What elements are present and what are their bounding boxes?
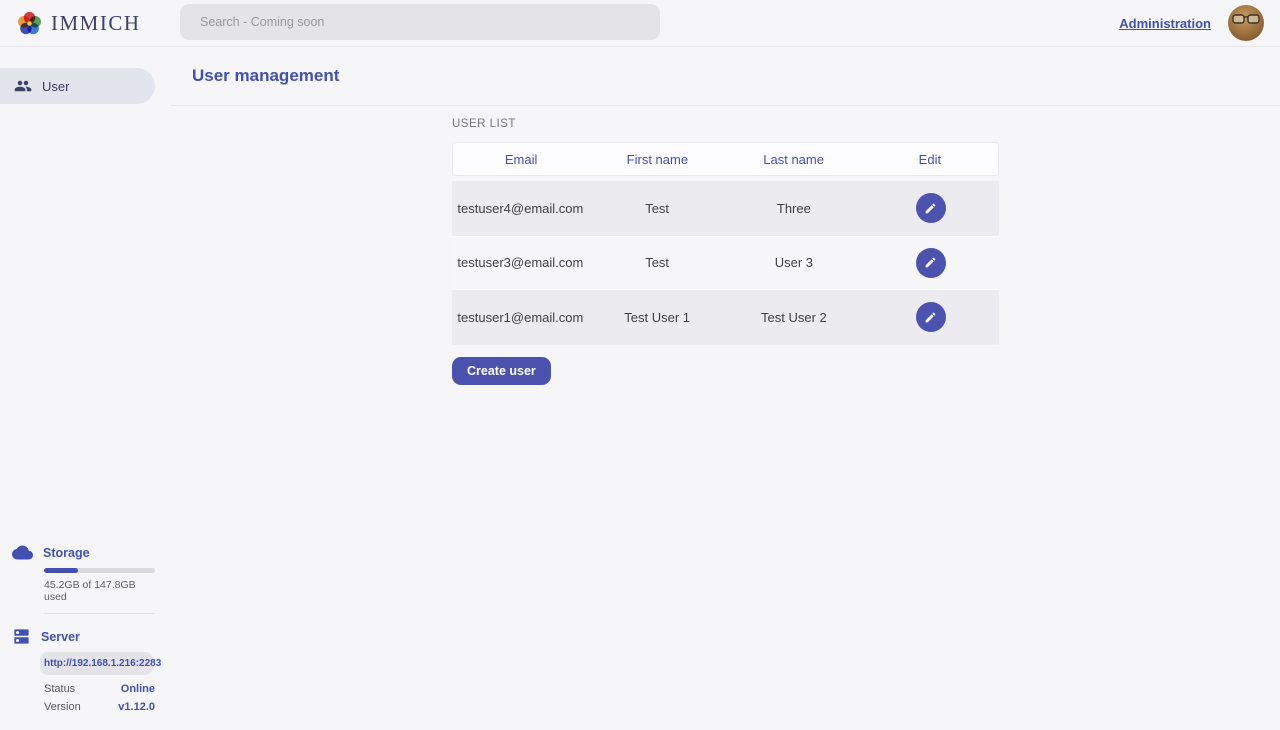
status-label: Status [44,683,75,695]
server-version-row: Version v1.12.0 [44,701,155,713]
search-bar [180,4,660,40]
server-rack-icon [12,627,31,646]
search-input[interactable] [180,4,660,40]
pencil-icon [924,202,937,215]
edit-user-button[interactable] [916,193,946,223]
user-avatar[interactable] [1228,5,1264,41]
cloud-icon [12,542,33,563]
cell-email: testuser4@email.com [452,201,589,216]
main-content: User management USER LIST Email First na… [171,47,1280,730]
server-title: Server [41,630,80,644]
brand-name: IMMICH [51,11,141,36]
server-url-badge: http://192.168.1.216:2283 [40,652,153,675]
user-list-panel: USER LIST Email First name Last name Edi… [452,118,999,385]
immich-brand[interactable]: IMMICH [16,10,141,37]
server-section: Server http://192.168.1.216:2283 Status … [12,627,155,713]
page-shell: User Storage 45.2GB of 147.8GB used [0,47,1280,730]
server-status-row: Status Online [44,683,155,695]
admin-sidebar: User Storage 45.2GB of 147.8GB used [0,47,171,730]
column-header-last-name: Last name [726,152,862,167]
storage-title: Storage [43,546,90,560]
cell-first-name: Test [589,255,726,270]
server-section-header: Server [12,627,155,646]
storage-progress-fill [44,568,78,573]
group-icon [14,77,32,95]
user-table-header: Email First name Last name Edit [452,142,999,176]
create-user-button[interactable]: Create user [452,357,551,385]
sidebar-bottom-panel: Storage 45.2GB of 147.8GB used Server ht… [0,542,171,730]
pencil-icon [924,311,937,324]
page-title: User management [192,66,339,86]
table-row: testuser4@email.com Test Three [452,181,999,236]
sidebar-item-user[interactable]: User [0,68,155,104]
column-header-email: Email [453,152,589,167]
table-row: testuser3@email.com Test User 3 [452,236,999,291]
version-value: v1.12.0 [118,701,155,713]
cell-email: testuser3@email.com [452,255,589,270]
cell-first-name: Test [589,201,726,216]
user-table-body: testuser4@email.com Test Three t [452,181,999,345]
top-navigation-bar: IMMICH Administration [0,0,1280,47]
version-label: Version [44,701,81,713]
status-value: Online [121,683,155,695]
administration-link[interactable]: Administration [1119,16,1211,31]
cell-last-name: Test User 2 [726,310,863,325]
pencil-icon [924,256,937,269]
storage-section-header: Storage [12,542,155,563]
edit-user-button[interactable] [916,302,946,332]
user-list-label: USER LIST [452,118,999,130]
column-header-edit: Edit [862,152,998,167]
topbar-right: Administration [1119,5,1264,41]
edit-user-button[interactable] [916,248,946,278]
sidebar-item-user-label: User [42,79,69,94]
storage-usage-text: 45.2GB of 147.8GB used [44,579,155,603]
page-header: User management [171,47,1280,106]
cell-email: testuser1@email.com [452,310,589,325]
storage-progress-bar [44,568,155,573]
cell-first-name: Test User 1 [589,310,726,325]
glasses-icon [1232,14,1260,25]
column-header-first-name: First name [589,152,725,167]
cell-last-name: Three [726,201,863,216]
user-table: Email First name Last name Edit testuser… [452,142,999,345]
table-row: testuser1@email.com Test User 1 Test Use… [452,290,999,345]
immich-logo-icon [16,10,43,37]
cell-last-name: User 3 [726,255,863,270]
sidebar-divider [44,613,155,614]
